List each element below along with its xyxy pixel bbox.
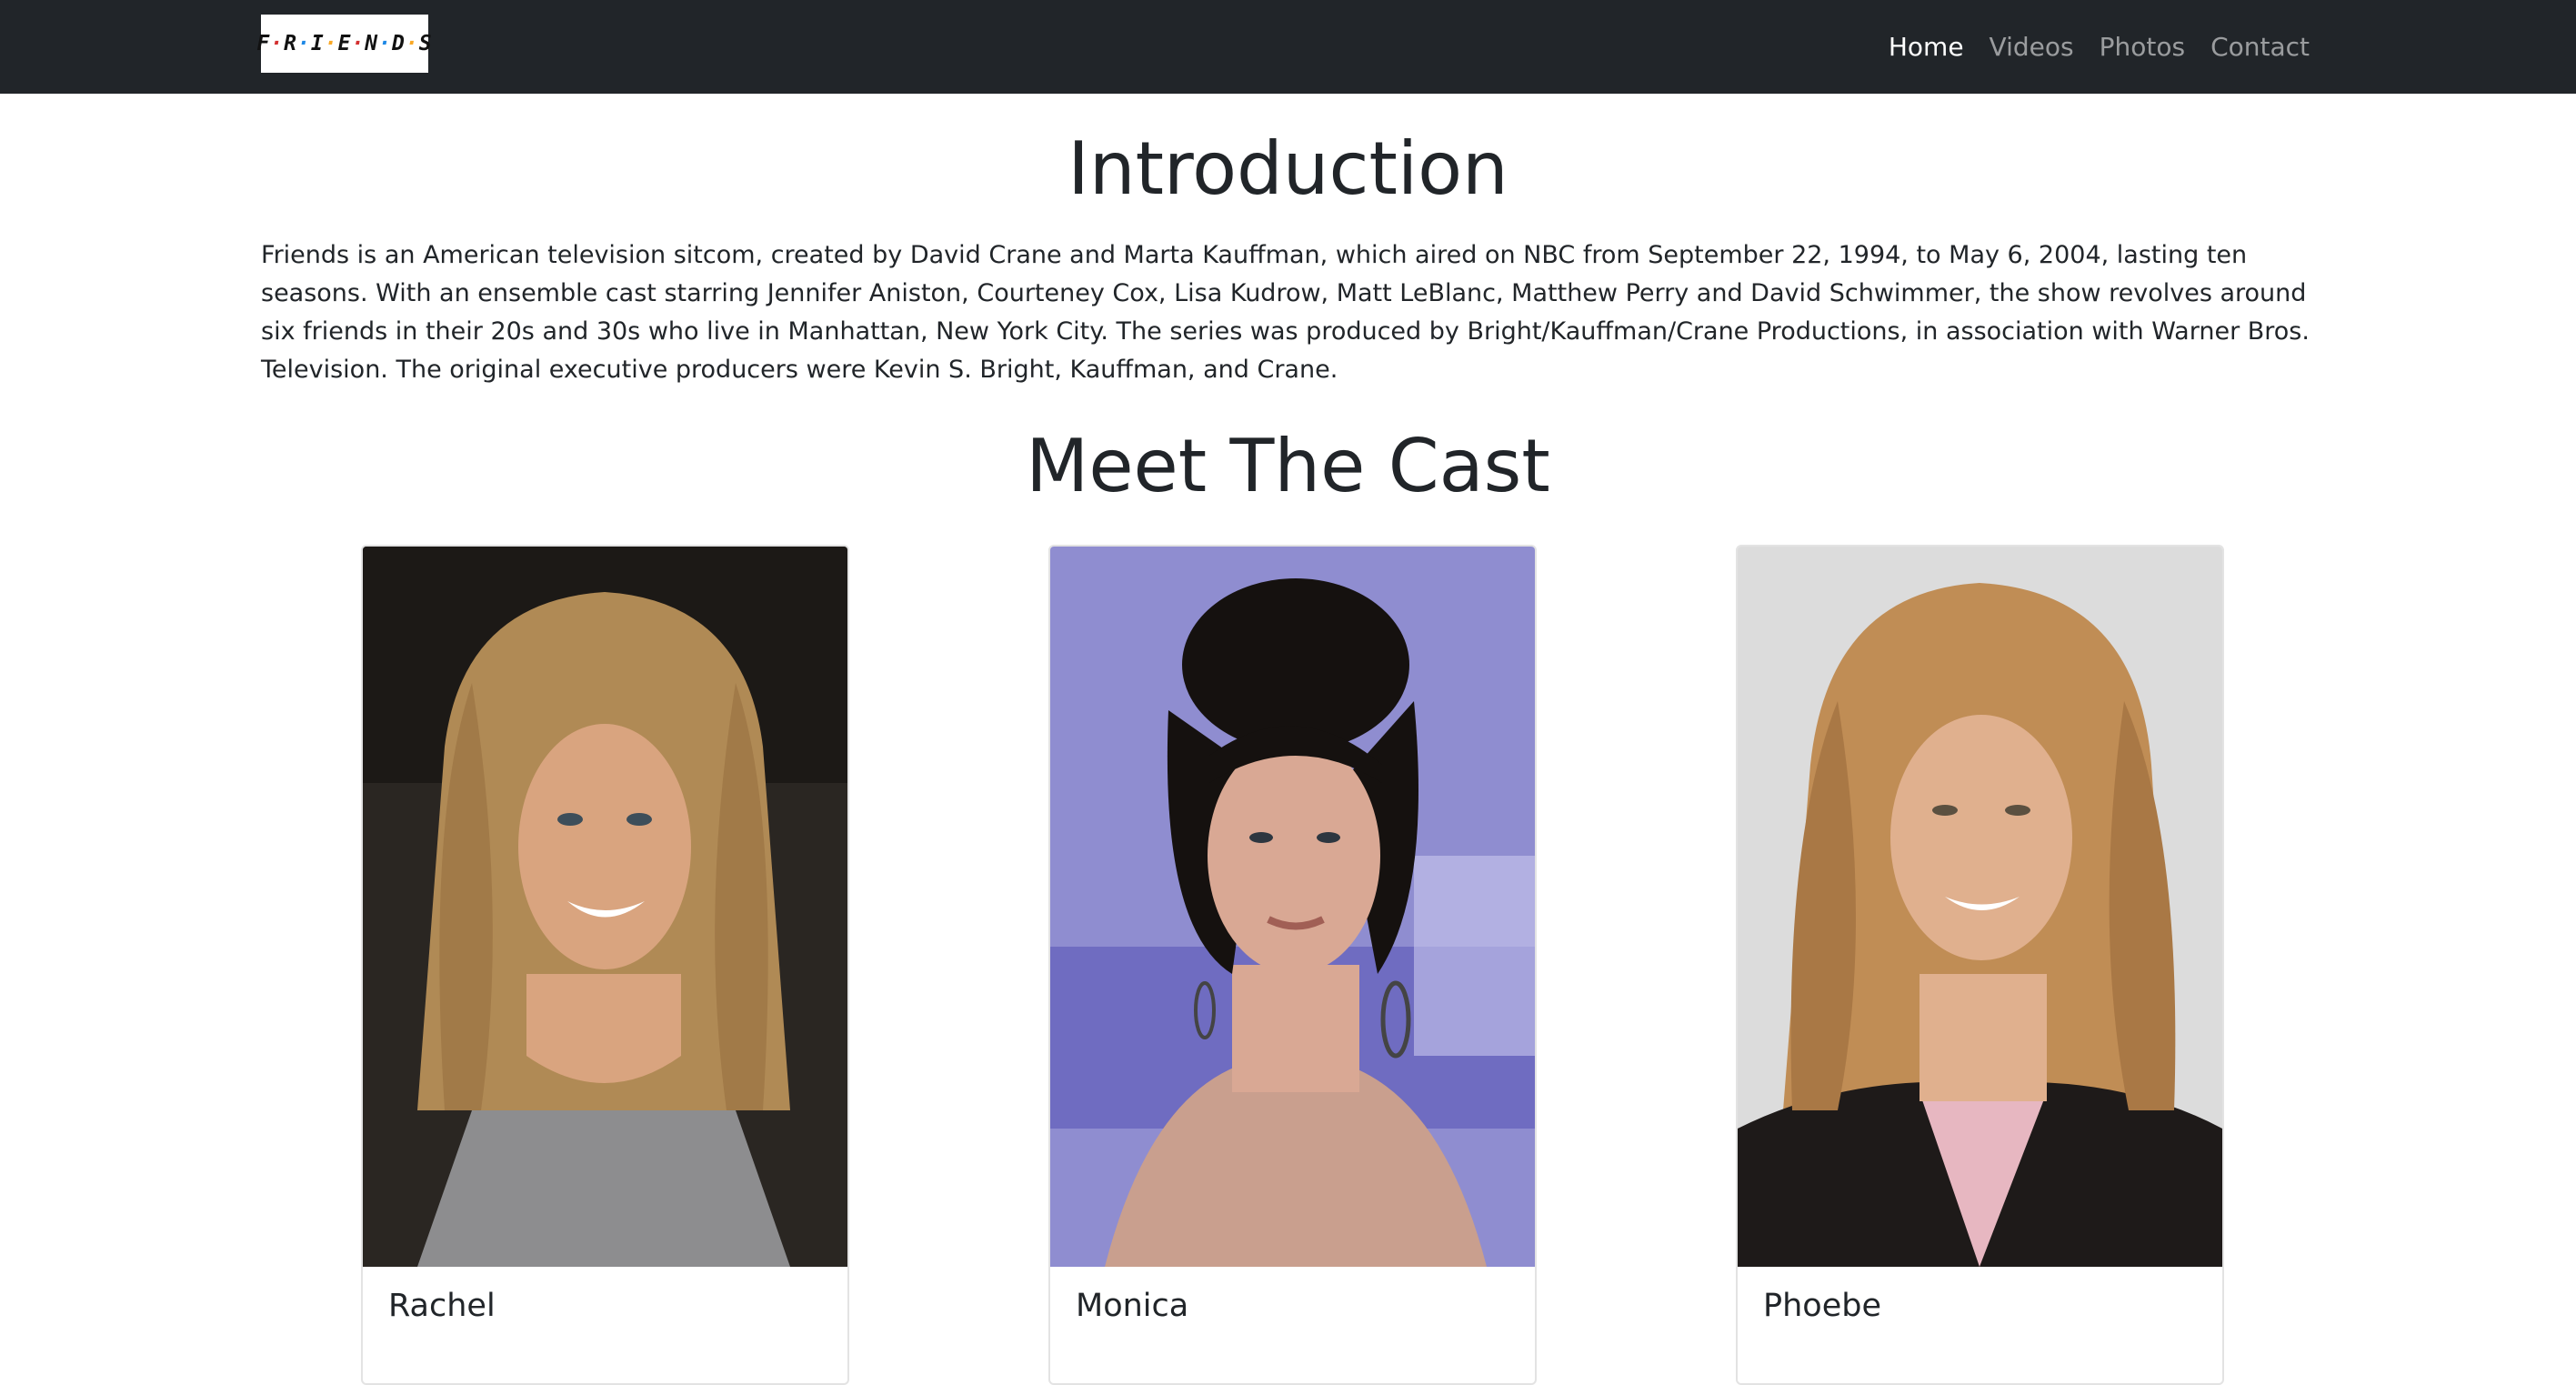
logo-letter: S <box>418 32 433 55</box>
cast-name-phoebe: Phoebe <box>1763 1288 1881 1324</box>
cast-name-monica: Monica <box>1076 1288 1189 1324</box>
friends-logo[interactable]: F · R · I · E · N · D · S <box>256 15 432 73</box>
cast-heading: Meet The Cast <box>1026 424 1550 508</box>
cast-card-rachel[interactable]: Rachel <box>361 545 849 1385</box>
cast-photo-phoebe <box>1738 547 2222 1267</box>
logo-letter: F <box>256 32 271 55</box>
nav-link-photos[interactable]: Photos <box>2100 32 2185 62</box>
nav-link-home[interactable]: Home <box>1889 32 1964 62</box>
cast-photo-monica <box>1050 547 1535 1267</box>
logo-letter: E <box>337 32 352 55</box>
nav-link-videos[interactable]: Videos <box>1990 32 2074 62</box>
cast-name-rachel: Rachel <box>388 1288 496 1324</box>
logo-letter: D <box>392 32 406 55</box>
logo-letter: I <box>310 32 325 55</box>
nav-links: Home Videos Photos Contact <box>1863 0 2310 94</box>
logo-letter: R <box>284 32 297 55</box>
navbar: F · R · I · E · N · D · S Home Videos Photos Contact <box>0 0 2576 94</box>
nav-link-contact[interactable]: Contact <box>2210 32 2310 62</box>
intro-heading: Introduction <box>1067 126 1509 211</box>
cast-photo-rachel <box>363 547 847 1267</box>
logo-letter: N <box>365 32 379 55</box>
cast-card-phoebe[interactable]: Phoebe <box>1736 545 2224 1385</box>
cast-card-monica[interactable]: Monica <box>1048 545 1537 1385</box>
intro-paragraph: Friends is an American television sitcom… <box>261 241 2310 384</box>
